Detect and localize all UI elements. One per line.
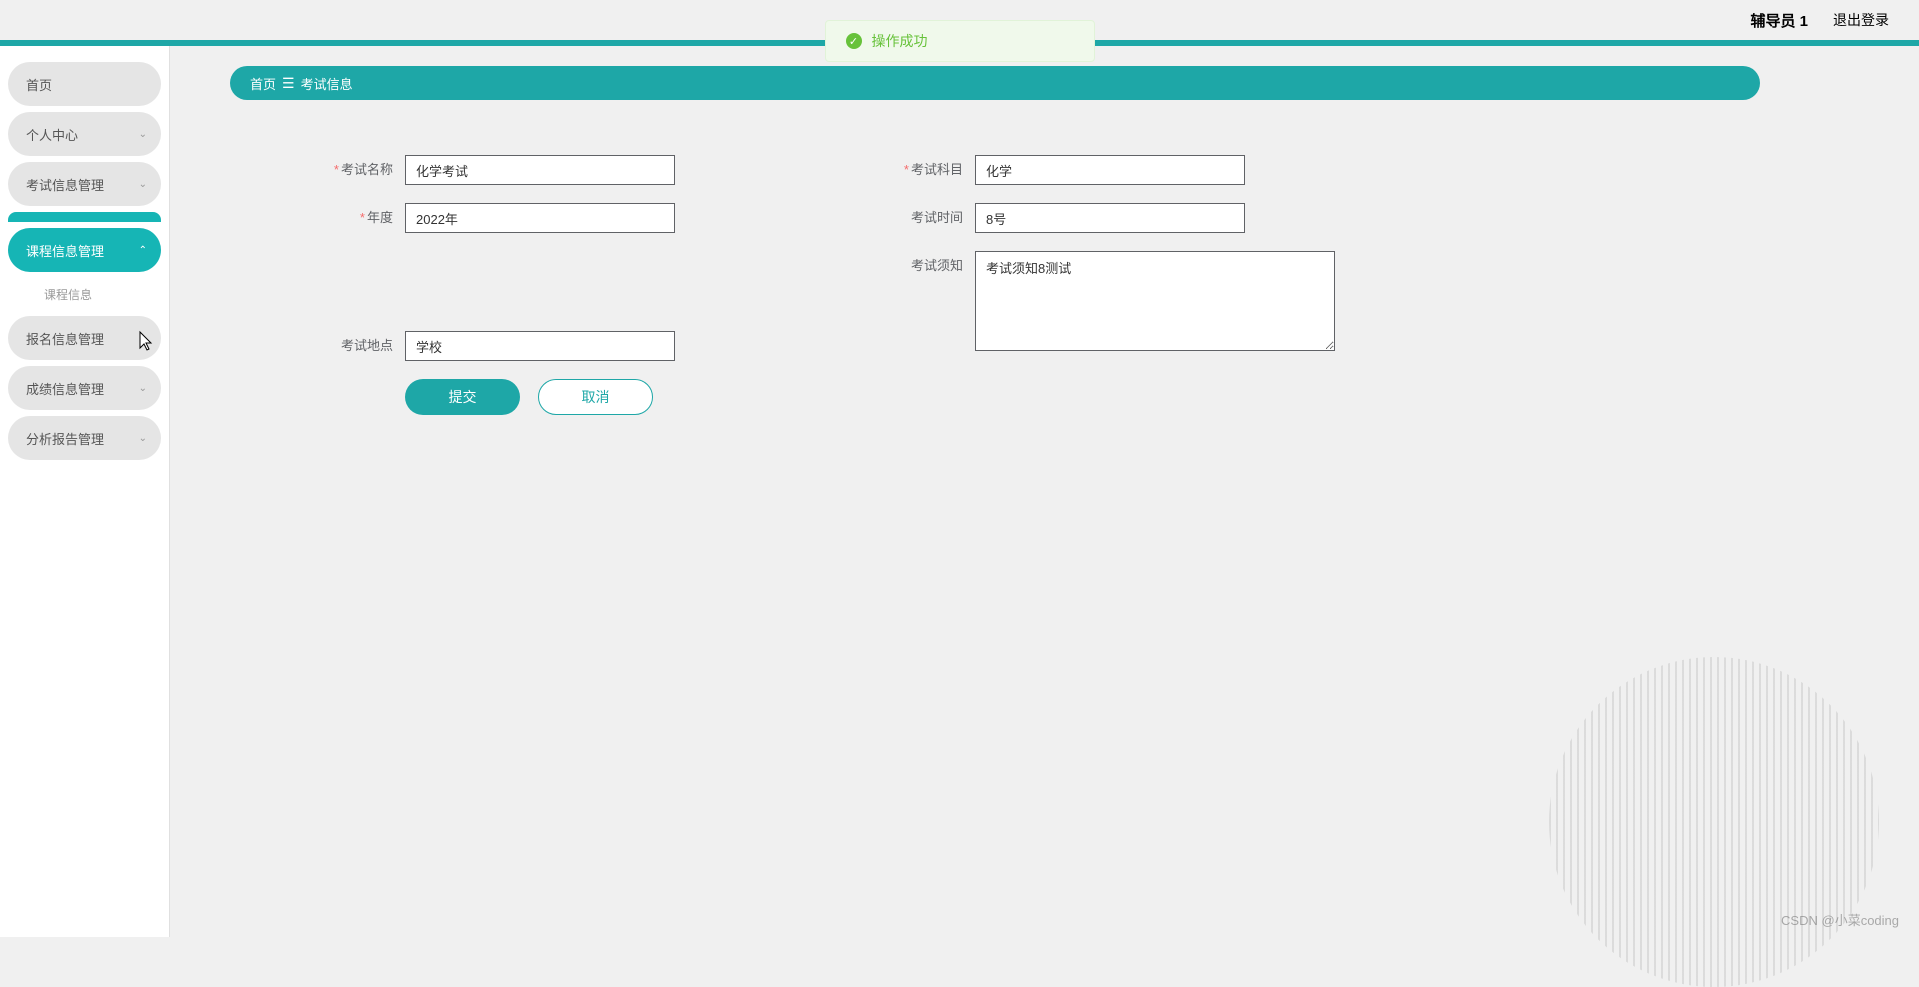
check-icon: ✓ — [846, 33, 862, 49]
label-location: 考试地点 — [285, 331, 405, 361]
label-subject: *考试科目 — [855, 155, 975, 185]
sidebar-sub-label: 课程信息 — [44, 286, 92, 303]
sidebar-item-label: 课程信息管理 — [26, 241, 104, 260]
chevron-down-icon: ⌄ — [139, 383, 147, 394]
breadcrumb-current: 考试信息 — [301, 74, 353, 93]
form-row-exam-name: *考试名称 — [285, 155, 855, 185]
chevron-down-icon: ⌄ — [139, 179, 147, 190]
breadcrumb: 首页 ☰ 考试信息 — [230, 66, 1760, 100]
input-exam-name[interactable] — [405, 155, 675, 185]
cancel-button[interactable]: 取消 — [538, 379, 653, 415]
breadcrumb-home[interactable]: 首页 — [250, 74, 276, 93]
sidebar-sub-item-course[interactable]: 课程信息 — [4, 278, 165, 310]
sidebar-item-reports[interactable]: 分析报告管理 ⌄ — [8, 416, 161, 460]
chevron-down-icon: ⌄ — [139, 129, 147, 140]
main-content: 首页 ☰ 考试信息 *考试名称 *年度 — [170, 46, 1919, 937]
sidebar-item-profile[interactable]: 个人中心 ⌄ — [8, 112, 161, 156]
form-row-subject: *考试科目 — [855, 155, 1425, 185]
textarea-notice[interactable] — [975, 251, 1335, 351]
sidebar-item-label: 首页 — [26, 75, 52, 94]
sidebar-item-course-info[interactable]: 课程信息管理 ⌃ — [8, 228, 161, 272]
submit-button[interactable]: 提交 — [405, 379, 520, 415]
sidebar-item-grades[interactable]: 成绩信息管理 ⌄ — [8, 366, 161, 410]
chevron-down-icon: ⌄ — [139, 333, 147, 344]
background-decoration — [1549, 657, 1879, 987]
input-location[interactable] — [405, 331, 675, 361]
form-row-notice: 考试须知 — [855, 251, 1425, 351]
sidebar-item-label: 考试信息管理 — [26, 175, 104, 194]
form-row-location: 考试地点 — [285, 331, 855, 361]
watermark: CSDN @小菜coding — [1781, 910, 1899, 929]
input-subject[interactable] — [975, 155, 1245, 185]
toast-message: 操作成功 — [872, 31, 928, 51]
sidebar-item-label: 报名信息管理 — [26, 329, 104, 348]
sidebar-item-label: 成绩信息管理 — [26, 379, 104, 398]
form-row-year: *年度 — [285, 203, 855, 233]
sidebar: 首页 个人中心 ⌄ 考试信息管理 ⌄ 课程信息管理 ⌃ 课程信息 报名信息管理 … — [0, 46, 170, 937]
input-time[interactable] — [975, 203, 1245, 233]
label-year: *年度 — [285, 203, 405, 233]
label-time: 考试时间 — [855, 203, 975, 233]
chevron-up-icon: ⌃ — [139, 245, 147, 256]
input-year[interactable] — [405, 203, 675, 233]
label-exam-name: *考试名称 — [285, 155, 405, 185]
logout-link[interactable]: 退出登录 — [1833, 10, 1889, 30]
hamburger-icon: ☰ — [282, 75, 295, 92]
label-notice: 考试须知 — [855, 251, 975, 281]
sidebar-item-home[interactable]: 首页 — [8, 62, 161, 106]
sidebar-item-exam-info[interactable]: 考试信息管理 ⌄ — [8, 162, 161, 206]
user-name[interactable]: 辅导员 1 — [1750, 10, 1808, 31]
sidebar-item-registration[interactable]: 报名信息管理 ⌄ — [8, 316, 161, 360]
form-area: *考试名称 *年度 考试地点 — [230, 155, 1859, 415]
form-row-time: 考试时间 — [855, 203, 1425, 233]
chevron-down-icon: ⌄ — [139, 433, 147, 444]
sidebar-item-label: 个人中心 — [26, 125, 78, 144]
sidebar-item-label: 分析报告管理 — [26, 429, 104, 448]
sidebar-sub-band — [8, 212, 161, 222]
success-toast: ✓ 操作成功 — [825, 20, 1095, 62]
